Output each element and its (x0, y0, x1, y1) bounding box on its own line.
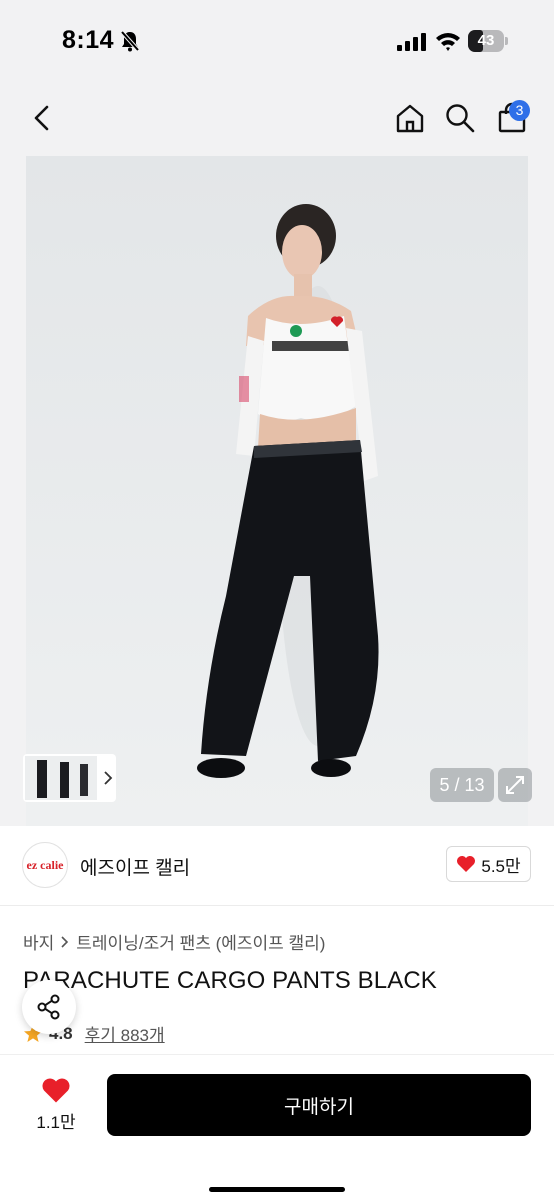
status-bar: 8:14 43 (0, 0, 554, 78)
search-icon (446, 104, 475, 133)
battery-percent: 43 (477, 32, 495, 49)
expand-icon (506, 776, 524, 794)
home-indicator (209, 1187, 345, 1192)
product-gallery[interactable]: 5 / 13 (0, 156, 554, 826)
buy-button[interactable]: 구매하기 (107, 1074, 531, 1136)
bell-slash-icon (120, 30, 140, 52)
brand-logo[interactable]: ez calie (22, 842, 68, 888)
product-title: PARACHUTE CARGO PANTS BLACK (23, 967, 437, 994)
review-link[interactable]: 후기 883개 (85, 1021, 165, 1046)
image-page-counter: 5 / 13 (430, 768, 494, 802)
brand-like-count: 5.5만 (481, 856, 521, 876)
battery-icon: 43 (468, 30, 508, 52)
cart-count-badge: 3 (509, 100, 530, 121)
wishlist-count: 1.1만 (36, 1113, 76, 1132)
signal-icon (397, 33, 426, 51)
chevron-right-icon (103, 771, 112, 785)
thumbnail-next-button[interactable] (99, 754, 116, 802)
wishlist-button[interactable]: 1.1만 (26, 1077, 86, 1137)
brand-like-button[interactable]: 5.5만 (446, 846, 531, 882)
thumbnail-strip[interactable] (23, 754, 116, 802)
home-button[interactable] (392, 100, 428, 136)
back-button[interactable] (24, 100, 60, 136)
expand-button[interactable] (498, 768, 532, 802)
brand-logo-text: ez calie (26, 857, 64, 872)
model-photo (26, 156, 528, 826)
top-nav (0, 78, 554, 156)
heart-icon (457, 856, 476, 872)
home-icon (396, 104, 424, 133)
product-photo[interactable] (26, 156, 528, 826)
breadcrumb-item-category[interactable]: 바지 (23, 929, 54, 954)
brand-name[interactable]: 에즈이프 캘리 (80, 853, 190, 880)
breadcrumb-item-subcategory[interactable]: 트레이닝/조거 팬츠 (에즈이프 캘리) (76, 929, 325, 954)
status-time: 8:14 (62, 26, 115, 54)
search-button[interactable] (442, 100, 478, 136)
thumbnail-image[interactable] (25, 756, 97, 800)
chevron-right-icon (61, 935, 69, 948)
bottom-action-bar: 1.1만 구매하기 (0, 1054, 554, 1200)
brand-row: ez calie 에즈이프 캘리 5.5만 (0, 826, 554, 906)
wifi-icon (436, 33, 460, 51)
share-button[interactable] (22, 980, 76, 1034)
share-icon (37, 994, 60, 1020)
breadcrumb: 바지 트레이닝/조거 팬츠 (에즈이프 캘리) (23, 929, 325, 954)
back-icon (34, 105, 49, 131)
heart-icon (42, 1078, 70, 1103)
